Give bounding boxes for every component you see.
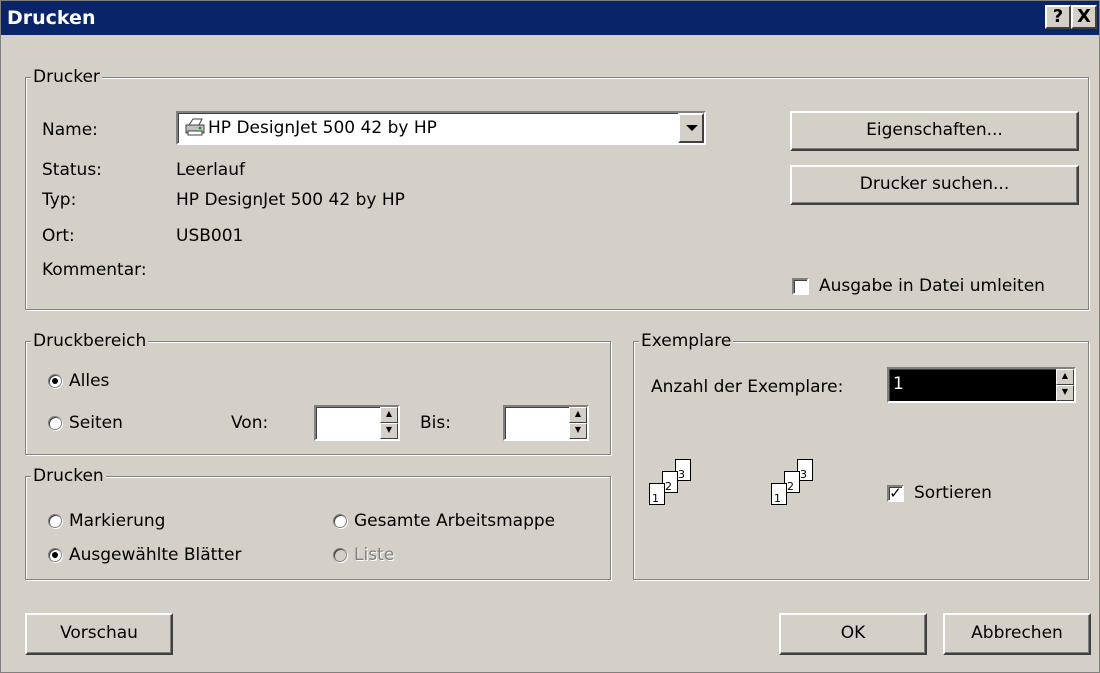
preview-button-label: Vorschau <box>60 623 138 643</box>
selection-radio[interactable] <box>48 514 62 528</box>
print-to-file-checkbox[interactable] <box>792 278 809 295</box>
selection-label[interactable]: Markierung <box>69 510 165 532</box>
list-radio <box>333 548 347 562</box>
page-1-icon: 1 <box>649 483 665 505</box>
range-to-label: Bis: <box>420 413 451 433</box>
copies-count-value: 1 <box>893 374 904 394</box>
location-label: Ort: <box>42 226 75 246</box>
collate-checkbox[interactable]: ✓ <box>887 485 904 502</box>
range-to-spin[interactable]: ▲ ▼ <box>569 407 587 439</box>
chevron-down-icon <box>686 125 698 131</box>
find-printer-button-label: Drucker suchen... <box>859 174 1010 194</box>
preview-button[interactable]: Vorschau <box>25 613 173 655</box>
range-all-radio[interactable] <box>48 374 62 388</box>
cancel-button[interactable]: Abbrechen <box>943 613 1091 655</box>
window-title: Drucken <box>7 7 96 29</box>
title-bar[interactable]: Drucken ? X <box>1 1 1099 35</box>
printer-legend: Drucker <box>31 66 102 88</box>
range-pages-label[interactable]: Seiten <box>69 412 123 434</box>
type-label: Typ: <box>42 190 77 210</box>
spin-up-icon[interactable]: ▲ <box>569 407 587 423</box>
active-sheets-radio[interactable] <box>48 548 62 562</box>
range-from-label: Von: <box>231 413 269 433</box>
status-value: Leerlauf <box>176 160 245 180</box>
properties-button[interactable]: Eigenschaften... <box>790 111 1079 151</box>
entire-workbook-radio[interactable] <box>333 514 347 528</box>
help-button[interactable]: ? <box>1045 5 1071 29</box>
range-from-spin[interactable]: ▲ ▼ <box>380 407 398 439</box>
range-to-stepper[interactable]: ▲ ▼ <box>503 405 589 441</box>
copies-legend: Exemplare <box>639 330 734 352</box>
dropdown-button[interactable] <box>678 113 704 143</box>
collate-preview-icon: 3 2 1 <box>649 459 709 523</box>
entire-workbook-label[interactable]: Gesamte Arbeitsmappe <box>354 510 555 532</box>
comment-label: Kommentar: <box>42 260 147 280</box>
print-range-legend: Druckbereich <box>31 330 149 352</box>
range-all-label[interactable]: Alles <box>69 370 109 392</box>
copies-count-stepper[interactable]: 1 ▲ ▼ <box>887 367 1076 403</box>
properties-button-label: Eigenschaften... <box>866 120 1003 140</box>
spin-up-icon[interactable]: ▲ <box>380 407 398 423</box>
range-from-stepper[interactable]: ▲ ▼ <box>314 405 400 441</box>
printer-name-value: HP DesignJet 500 42 by HP <box>208 118 437 138</box>
collate-preview-icon-2: 3 2 1 <box>771 459 831 523</box>
printer-name-label: Name: <box>42 120 98 140</box>
location-value: USB001 <box>176 226 244 246</box>
print-to-file-label[interactable]: Ausgabe in Datei umleiten <box>819 275 1045 297</box>
copies-count-spin[interactable]: ▲ ▼ <box>1056 369 1074 401</box>
find-printer-button[interactable]: Drucker suchen... <box>790 165 1079 205</box>
printer-name-select[interactable]: HP DesignJet 500 42 by HP <box>176 111 706 145</box>
list-label: Liste <box>354 545 395 565</box>
copies-count-label: Anzahl der Exemplare: <box>651 377 844 397</box>
page-1-icon: 1 <box>771 483 787 505</box>
spin-up-icon[interactable]: ▲ <box>1056 369 1074 385</box>
range-pages-radio[interactable] <box>48 416 62 430</box>
close-button[interactable]: X <box>1071 5 1097 29</box>
spin-down-icon[interactable]: ▼ <box>1056 385 1074 401</box>
print-dialog: Drucken ? X Drucker Name: HP DesignJet 5… <box>0 0 1100 673</box>
ok-button-label: OK <box>840 623 866 643</box>
spin-down-icon[interactable]: ▼ <box>380 423 398 439</box>
spin-down-icon[interactable]: ▼ <box>569 423 587 439</box>
active-sheets-label[interactable]: Ausgewählte Blätter <box>69 544 241 566</box>
print-what-legend: Drucken <box>31 465 106 487</box>
printer-icon <box>184 117 206 137</box>
collate-label[interactable]: Sortieren <box>914 482 992 504</box>
cancel-button-label: Abbrechen <box>971 623 1063 643</box>
ok-button[interactable]: OK <box>779 613 927 655</box>
status-label: Status: <box>42 160 102 180</box>
type-value: HP DesignJet 500 42 by HP <box>176 190 405 210</box>
